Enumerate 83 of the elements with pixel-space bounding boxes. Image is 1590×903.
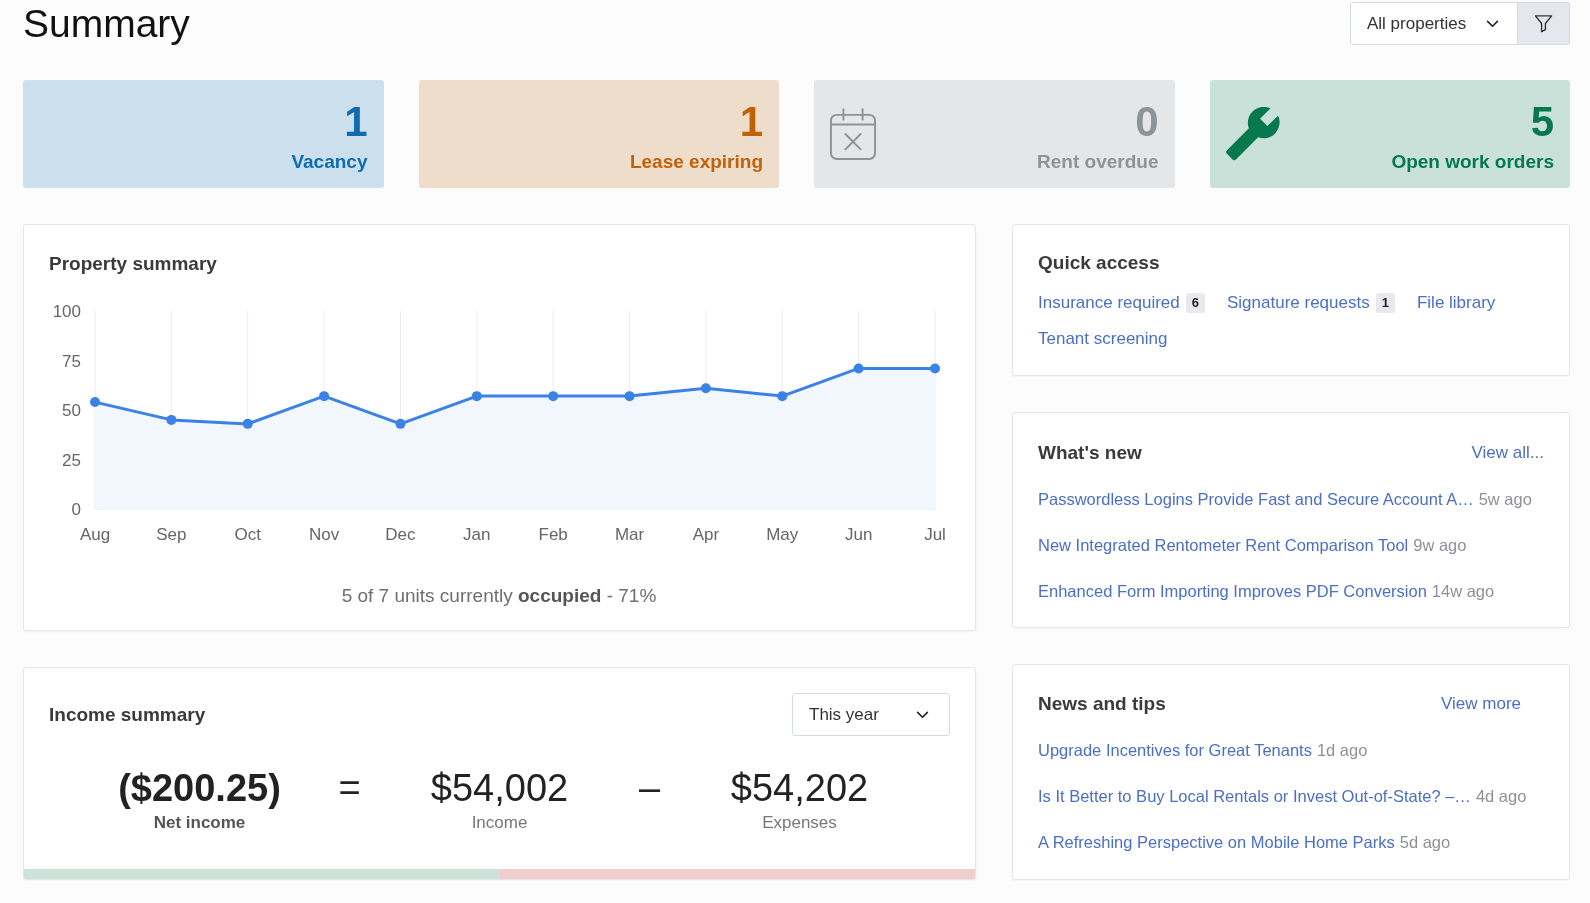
- article-age: 9w ago: [1413, 535, 1467, 556]
- occupancy-summary: 5 of 7 units currently occupied - 71%: [340, 584, 658, 608]
- stat-count: 1: [738, 98, 763, 145]
- data-point: [395, 418, 406, 429]
- view-more-link[interactable]: View all...: [1471, 441, 1544, 465]
- data-point: [319, 391, 330, 402]
- calendar-x-icon: [830, 108, 876, 160]
- data-point: [853, 363, 864, 374]
- x-axis-label: Oct: [234, 525, 261, 544]
- x-axis-label: Dec: [385, 525, 416, 544]
- panel-heading: News and tips: [1038, 692, 1166, 716]
- amount-value: ($200.25): [118, 766, 281, 810]
- article-link[interactable]: Is It Better to Buy Local Rentals or Invest Out-of-State? –…: [1038, 784, 1471, 808]
- count-badge: 1: [1375, 293, 1395, 313]
- y-axis-label: 0: [71, 500, 81, 519]
- data-point: [548, 391, 559, 402]
- stat-label: Lease expiring: [629, 149, 763, 174]
- x-axis-label: Nov: [308, 525, 340, 544]
- stat-card[interactable]: 1 Lease expiring: [418, 80, 779, 188]
- article-age: 4d ago: [1475, 786, 1527, 807]
- x-axis-label: Apr: [692, 525, 720, 544]
- data-point: [471, 391, 482, 402]
- filter-icon: [1534, 14, 1553, 33]
- article-age: 1d ago: [1316, 740, 1368, 761]
- data-point: [166, 414, 177, 425]
- article-link[interactable]: Upgrade Incentives for Great Tenants: [1038, 738, 1312, 762]
- panel-heading: Property summary: [49, 252, 218, 276]
- x-axis-label: Feb: [538, 525, 568, 544]
- article-link[interactable]: A Refreshing Perspective on Mobile Home Parks: [1038, 830, 1395, 854]
- period-select[interactable]: This year: [792, 693, 950, 736]
- article-link[interactable]: Enhanced Form Importing Improves PDF Conversion: [1038, 579, 1427, 603]
- article-link[interactable]: New Integrated Rentometer Rent Comparison Tool: [1038, 533, 1409, 557]
- amount-label: Income: [471, 812, 528, 834]
- panel-heading: Quick access: [1038, 251, 1161, 275]
- property-select[interactable]: All properties: [1350, 2, 1518, 45]
- data-point: [242, 418, 253, 429]
- y-axis-label: 25: [62, 450, 81, 470]
- amount-label: Net income: [153, 812, 246, 834]
- amount-value: $54,002: [430, 766, 569, 810]
- article-age: 5d ago: [1399, 832, 1451, 853]
- data-point: [777, 391, 788, 402]
- stat-label: Rent overdue: [1037, 149, 1159, 174]
- y-axis-label: 75: [62, 351, 81, 371]
- stat-count: 5: [1529, 98, 1554, 145]
- x-axis-label: May: [766, 525, 799, 544]
- operator-sign: =: [337, 766, 362, 810]
- data-point: [700, 383, 711, 394]
- panel-heading: Income summary: [49, 702, 206, 727]
- caret-icon: [916, 710, 929, 719]
- stat-card[interactable]: 5 Open work orders: [1209, 80, 1570, 188]
- stat-count: 0: [1134, 98, 1159, 145]
- amount-value: $54,202: [730, 766, 869, 810]
- data-point: [624, 391, 635, 402]
- stat-label: Vacancy: [291, 149, 368, 174]
- quick-link[interactable]: Signature requests 1: [1227, 291, 1395, 315]
- x-axis-label: Jan: [463, 525, 491, 544]
- y-axis-label: 100: [52, 302, 81, 321]
- page-title: Summary: [23, 1, 190, 47]
- article-age: 5w ago: [1478, 489, 1532, 510]
- quick-link[interactable]: File library: [1416, 291, 1496, 315]
- operator-sign: –: [637, 766, 662, 810]
- count-badge: 6: [1185, 293, 1205, 313]
- article-link[interactable]: Passwordless Logins Provide Fast and Secure Account A…: [1038, 487, 1474, 511]
- panel-heading: What's new: [1038, 441, 1142, 465]
- quick-link[interactable]: Insurance required 6: [1038, 291, 1205, 315]
- x-axis-label: Sep: [156, 525, 187, 544]
- stat-card[interactable]: 1 Vacancy: [23, 80, 384, 188]
- x-axis-label: Jul: [924, 525, 946, 544]
- article-age: 14w ago: [1431, 581, 1495, 602]
- y-axis-label: 50: [62, 401, 81, 420]
- data-point: [930, 363, 940, 374]
- x-axis-label: Jun: [844, 525, 873, 544]
- data-point: [90, 397, 100, 408]
- stat-count: 1: [343, 98, 368, 145]
- filter-button[interactable]: [1518, 2, 1570, 45]
- stat-label: Open work orders: [1391, 149, 1554, 174]
- wrench-icon: [1225, 107, 1280, 161]
- quick-link[interactable]: Tenant screening: [1038, 327, 1168, 351]
- amount-label: Expenses: [762, 812, 837, 834]
- x-axis-label: Mar: [614, 525, 645, 544]
- caret-icon: [1486, 19, 1499, 28]
- x-axis-label: Aug: [79, 525, 111, 544]
- view-more-link[interactable]: View more: [1441, 692, 1521, 716]
